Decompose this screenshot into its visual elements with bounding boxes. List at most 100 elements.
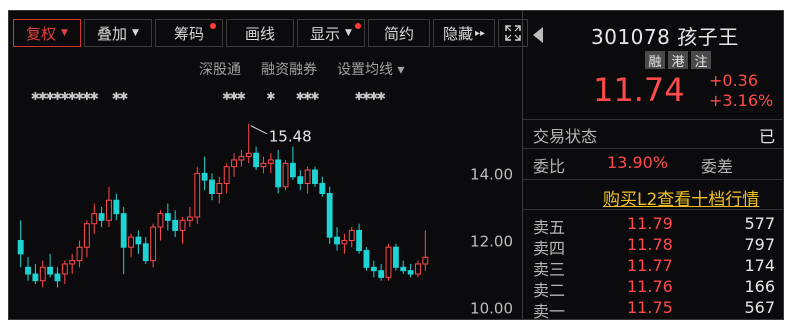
overlay-button[interactable]: 叠加 ▼	[84, 19, 152, 47]
candle-body	[334, 236, 340, 245]
candle-body	[245, 152, 252, 158]
margin-badge: 融	[645, 51, 665, 70]
trade-status-label: 交易状态	[533, 127, 598, 146]
hide-button[interactable]: 隐藏 ▸▸	[433, 19, 495, 47]
ask-volume: 166	[744, 277, 775, 296]
candle-body	[25, 266, 31, 275]
candle-body	[407, 270, 414, 275]
draw-line-button[interactable]: 画线	[226, 19, 294, 47]
candle-body	[304, 169, 311, 184]
order-ratio-value: 13.90%	[607, 153, 669, 172]
orderbook-row: 卖四 11.78 797	[523, 235, 783, 258]
event-marker-icon: ✱	[90, 90, 99, 103]
candle-body	[69, 260, 76, 265]
double-chevron-right-icon: ▸▸	[474, 27, 486, 39]
candle-body	[363, 250, 370, 268]
order-ratio-label: 委比	[533, 157, 566, 176]
buy-l2-link[interactable]: 购买L2查看十档行情	[603, 185, 759, 210]
ask-price: 11.76	[627, 277, 673, 296]
fuquan-button[interactable]: 复权 ▼	[13, 19, 81, 47]
event-marker-icon: ✱	[237, 90, 246, 103]
candle-body	[83, 223, 90, 248]
candle-body	[17, 239, 24, 255]
candle-body	[194, 172, 201, 218]
registration-badge: 注	[691, 51, 711, 70]
ask-volume: 567	[744, 298, 775, 317]
candle-body	[415, 263, 421, 275]
back-arrow-icon[interactable]	[533, 27, 543, 43]
event-marker-icon: ✱	[310, 90, 319, 103]
candle-body	[356, 229, 363, 252]
candle-body	[179, 219, 186, 231]
margin-trading-link[interactable]: 融资融券	[261, 59, 317, 79]
display-label: 显示	[310, 24, 341, 43]
candle-body	[135, 236, 142, 245]
simple-button[interactable]: 简约	[368, 19, 430, 47]
candle-body	[32, 273, 39, 282]
last-price: 11.74	[593, 71, 685, 109]
candle-body	[216, 182, 223, 195]
candle-body	[128, 236, 134, 248]
divider	[523, 179, 783, 180]
candle-body	[341, 239, 348, 245]
divider	[523, 209, 783, 210]
hide-label: 隐藏	[442, 24, 473, 43]
ask-volume: 577	[744, 214, 775, 233]
candle-body	[348, 229, 355, 241]
ask-price: 11.79	[627, 214, 673, 233]
trade-status-value: 已	[759, 127, 776, 146]
notification-dot-icon	[210, 23, 216, 29]
ask-volume: 797	[744, 235, 775, 254]
ma-settings-link[interactable]: 设置均线 ▾	[337, 59, 404, 79]
candle-body	[39, 266, 46, 282]
candle-body	[422, 256, 429, 265]
candle-body	[392, 246, 399, 268]
chart-toolbar: 复权 ▼ 叠加 ▼ 筹码 画线 显示 ▼ 简约 隐藏 ▸▸	[13, 19, 531, 49]
high-arrow	[250, 125, 267, 135]
candle-body	[289, 162, 296, 178]
orderbook-row: 卖三 11.77 174	[523, 256, 783, 279]
candle-body	[312, 169, 318, 184]
event-marker-icon: ✱	[266, 90, 275, 103]
candle-body	[400, 266, 407, 272]
chart-subbar: 深股通 融资融券 设置均线 ▾	[199, 59, 424, 79]
candle-body	[260, 162, 267, 168]
candle-body	[238, 156, 245, 161]
candle-body	[113, 199, 120, 215]
fullscreen-icon	[505, 25, 521, 41]
display-button[interactable]: 显示 ▼	[297, 19, 365, 47]
candlestick-chart[interactable]: 14.0012.0010.00✱✱✱✱✱✱✱✱✱ ✱✱ ✱✱✱ ✱ ✱✱✱ ✱✱✱✱15.…	[9, 87, 521, 320]
candle-body	[201, 172, 208, 181]
candle-body	[231, 159, 237, 168]
stock-title: 301078 孩子王	[591, 25, 739, 49]
candle-body	[76, 246, 83, 262]
fuquan-label: 复权	[26, 24, 57, 43]
candle-body	[297, 176, 304, 184]
candle-body	[98, 213, 105, 221]
candle-body	[47, 266, 54, 275]
hk-connect-badge: 港	[668, 51, 688, 70]
ask-price: 11.75	[627, 298, 673, 317]
candle-body	[91, 213, 98, 225]
candle-body	[275, 159, 282, 188]
y-tick-label: 14.00	[470, 165, 513, 183]
candle-body	[172, 219, 179, 231]
candle-body	[120, 213, 127, 248]
candle-body	[142, 243, 149, 262]
quote-panel: 301078 孩子王 融 港 注 11.74 +0.36 +3.16% 交易状态…	[523, 11, 783, 319]
chips-button[interactable]: 筹码	[155, 19, 223, 47]
hk-connect-link[interactable]: 深股通	[199, 59, 241, 79]
candle-body	[267, 159, 274, 164]
notification-dot-icon	[355, 23, 361, 29]
candle-body	[54, 273, 61, 282]
change-percent: +3.16%	[709, 91, 774, 110]
event-marker-icon: ✱	[377, 90, 386, 103]
order-diff-label: 委差	[701, 157, 734, 176]
candle-body	[61, 263, 68, 275]
ask-volume: 174	[744, 256, 775, 275]
simple-label: 简约	[383, 24, 414, 43]
high-price-label: 15.48	[269, 128, 312, 146]
price-change: +0.36 +3.16%	[709, 71, 773, 111]
ask-price: 11.78	[627, 235, 673, 254]
chips-label: 筹码	[173, 24, 204, 43]
